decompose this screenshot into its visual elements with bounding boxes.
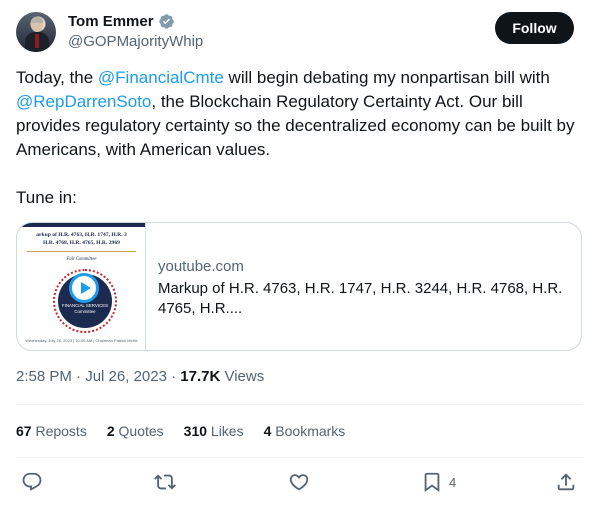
stat-label: Bookmarks	[271, 423, 346, 439]
tweet-text-part: will begin debating my nonpartisan bill …	[223, 68, 550, 87]
thumbnail-banner	[17, 223, 145, 227]
tweet-time[interactable]: 2:58 PM	[16, 368, 72, 385]
tweet-header: Tom Emmer @GOPMajorityWhip Follow	[16, 12, 574, 56]
likes-stat[interactable]: 310 Likes	[184, 421, 244, 441]
repost-icon	[154, 474, 176, 490]
tune-in-text: Tune in:	[16, 188, 77, 207]
share-button[interactable]	[555, 470, 577, 494]
meta-separator: ·	[166, 368, 181, 385]
stat-label: Likes	[207, 423, 244, 439]
play-icon[interactable]	[69, 273, 99, 303]
tweet-text: Today, the @FinancialCmte will begin deb…	[16, 66, 582, 162]
author-name[interactable]: Tom Emmer	[68, 13, 154, 30]
stat-count: 2	[106, 423, 115, 439]
verified-badge-icon	[158, 14, 174, 29]
repost-button[interactable]	[154, 470, 176, 494]
play-triangle	[80, 282, 91, 294]
mention-link[interactable]: @RepDarrenSoto	[16, 92, 151, 111]
avatar-hair	[31, 17, 43, 23]
reply-icon	[22, 472, 42, 491]
views-label: Views	[220, 368, 265, 385]
bookmarks-stat[interactable]: 4 Bookmarks	[264, 421, 346, 441]
avatar-tie	[35, 34, 39, 48]
avatar[interactable]	[16, 12, 56, 52]
heart-icon	[289, 474, 309, 491]
engagement-stats: 67 Reposts 2 Quotes 310 Likes 4 Bookmark…	[16, 421, 365, 441]
bookmark-button[interactable]: 4	[421, 470, 456, 494]
quotes-stat[interactable]: 2 Quotes	[107, 421, 164, 441]
card-title: Markup of H.R. 4763, H.R. 1747, H.R. 324…	[158, 280, 563, 317]
thumbnail-committee: Full Committee	[66, 257, 97, 262]
tweet-date[interactable]: Jul 26, 2023	[85, 368, 167, 385]
action-bar: 4	[16, 470, 582, 494]
tweet-meta: 2:58 PM · Jul 26, 2023 · 17.7K Views	[16, 367, 264, 387]
thumbnail-footer: Wednesday, July 26, 2023 | 10:00 AM | Ch…	[25, 338, 138, 343]
stat-label: Reposts	[31, 423, 87, 439]
author-handle[interactable]: @GOPMajorityWhip	[68, 33, 203, 50]
seal-label: FINANCIAL SERVICES Committee	[61, 303, 109, 314]
views-count: 17.7K	[180, 368, 221, 385]
bookmark-count: 4	[449, 474, 457, 490]
stat-label: Quotes	[114, 423, 164, 439]
card-body: youtube.com Markup of H.R. 4763, H.R. 17…	[146, 223, 581, 350]
divider	[16, 404, 582, 405]
divider	[16, 457, 582, 458]
follow-button[interactable]: Follow	[495, 12, 574, 44]
thumbnail-divider	[27, 251, 136, 252]
thumbnail-title-line: H.R. 4768, H.R. 4765, H.R. 2969	[43, 240, 120, 246]
card-domain: youtube.com	[158, 258, 244, 275]
link-card[interactable]: arkup of H.R. 4763, H.R. 1747, H.R. 3 H.…	[16, 222, 582, 351]
stat-count: 310	[183, 423, 208, 439]
reposts-stat[interactable]: 67 Reposts	[16, 421, 87, 441]
reply-button[interactable]	[21, 470, 43, 494]
stat-count: 67	[16, 423, 32, 439]
meta-separator: ·	[71, 368, 86, 385]
video-thumbnail[interactable]: arkup of H.R. 4763, H.R. 1747, H.R. 3 H.…	[17, 223, 146, 350]
name-row: Tom Emmer	[68, 13, 175, 30]
tweet-text-part: Today, the	[16, 68, 98, 87]
mention-link[interactable]: @FinancialCmte	[98, 68, 224, 87]
share-icon	[557, 473, 575, 491]
like-button[interactable]	[288, 470, 310, 494]
bookmark-icon	[424, 472, 440, 493]
